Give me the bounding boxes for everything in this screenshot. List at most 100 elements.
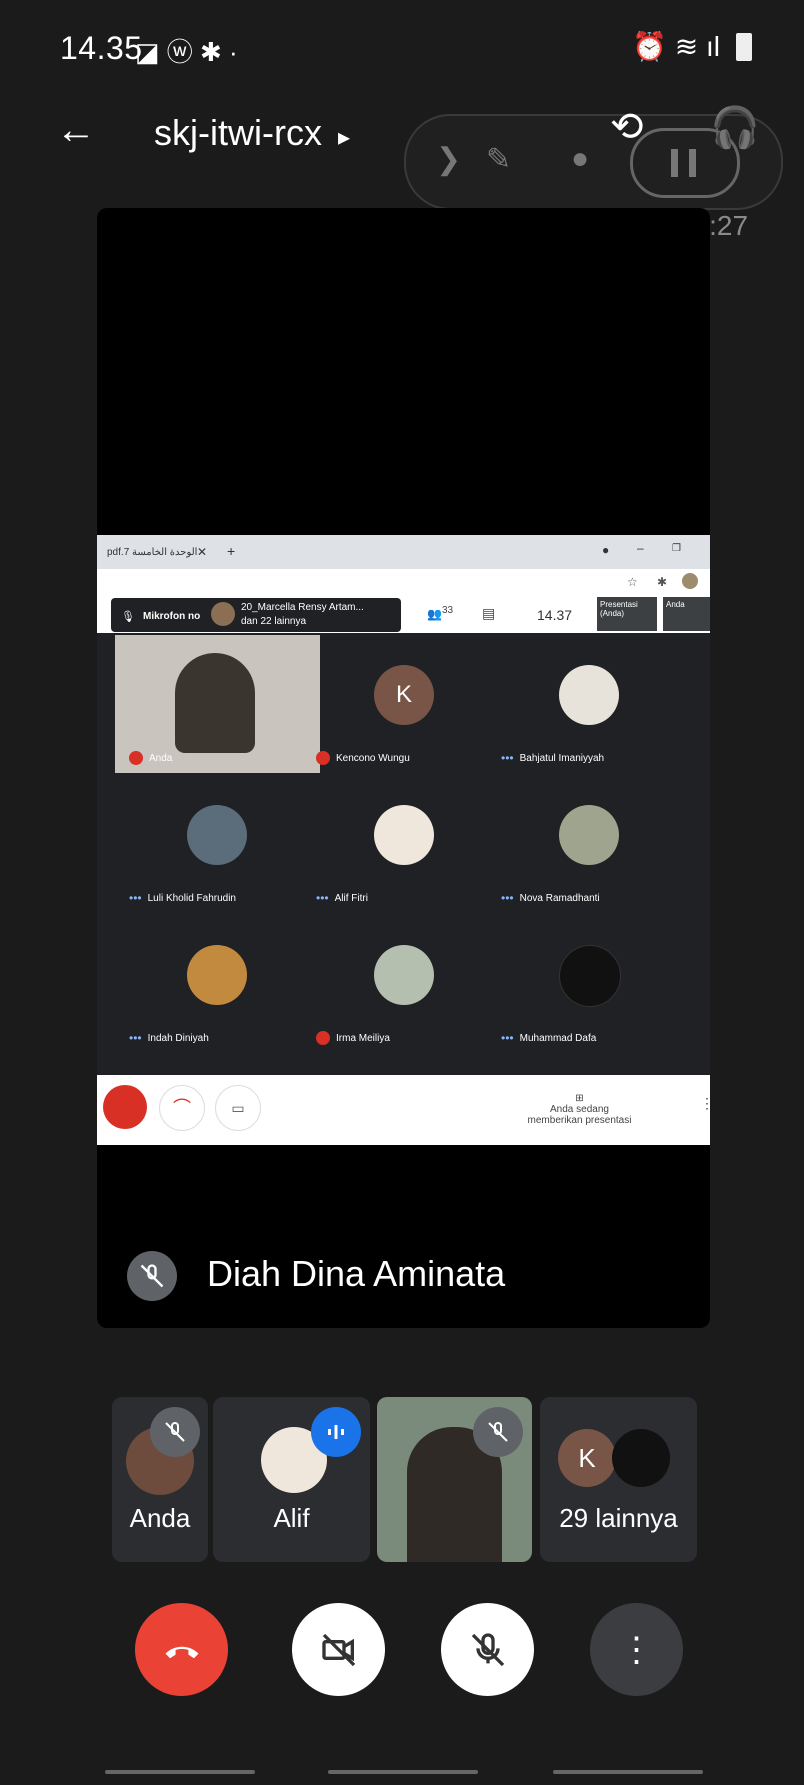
meet-clock: 14.37 [537, 607, 573, 623]
presenter-notice-line2: dan 22 lainnya [241, 616, 307, 627]
status-time: 14.35 [60, 30, 143, 66]
present-screen-icon: ⊞ [575, 1093, 584, 1104]
chat-icon: ▤ [482, 605, 496, 621]
tile-name: Anda [149, 752, 173, 764]
browser-tab-label: pdf.الوحدة الخامسة 7 [107, 547, 198, 558]
speaking-indicator-icon [311, 1407, 361, 1457]
speaker-mute-indicator [127, 1251, 177, 1301]
new-tab-icon: + [227, 543, 236, 559]
nav-indicator [553, 1770, 703, 1774]
close-tab-icon: ✕ [197, 545, 208, 559]
presenter-notice-line1: 20_Marcella Rensy Artam... [241, 602, 364, 613]
browser-tab-bar: pdf.الوحدة الخامسة 7 ✕ + ● – ❐ [97, 535, 710, 569]
avatar [187, 945, 247, 1005]
main-video-stage[interactable]: pdf.الوحدة الخامسة 7 ✕ + ● – ❐ ☆ ✱ 👥33 ▤… [97, 208, 710, 1328]
status-bar: 14.35 ◪ ⓦ ✱ · ⏰ ≋ ıl [0, 0, 804, 90]
participant-card-video[interactable] [377, 1397, 532, 1562]
grid-tile-nova: ••• Nova Ramadhanti [487, 775, 692, 913]
self-thumbnail: Anda [663, 597, 710, 631]
avatar [187, 805, 247, 865]
grid-tile-anda: Anda [115, 635, 320, 773]
minimize-icon: – [637, 541, 644, 555]
mic-off-icon [150, 1407, 200, 1457]
camera-off-icon [321, 1633, 355, 1666]
avatar [559, 805, 619, 865]
mic-off-small-icon: 🎙 [121, 611, 135, 623]
participant-card-alif[interactable]: Alif [213, 1397, 370, 1562]
tile-name: Muhammad Dafa [519, 1032, 597, 1044]
mic-off-icon [316, 1031, 330, 1045]
shared-screen: pdf.الوحدة الخامسة 7 ✕ + ● – ❐ ☆ ✱ 👥33 ▤… [97, 535, 710, 1145]
main-speaker-name: Diah Dina Aminata [207, 1253, 506, 1294]
shared-meet-controls: ⌒ ▭ ⊞ Anda sedang memberikan presentasi … [97, 1075, 710, 1145]
tile-name: Indah Diniyah [147, 1032, 209, 1044]
grid-tile-indah: ••• Indah Diniyah [115, 915, 320, 1053]
tile-name: Nova Ramadhanti [519, 892, 600, 904]
back-arrow-icon[interactable]: ← [56, 108, 96, 153]
person-icon[interactable]: ● [571, 142, 589, 176]
avatar [559, 945, 621, 1007]
mic-off-icon [316, 751, 330, 765]
grid-tile-kencono: K Kencono Wungu [302, 635, 507, 773]
mic-toggle-button[interactable] [441, 1603, 534, 1696]
tile-name: Irma Meiliya [336, 1032, 390, 1044]
browser-record-icon: ● [602, 543, 610, 557]
phone-hangup-icon [165, 1646, 198, 1658]
speaking-dots-icon: ••• [129, 1031, 142, 1045]
extensions-icon: ✱ [657, 575, 668, 589]
mic-off-icon [471, 1632, 504, 1666]
tile-name: Luli Kholid Fahrudin [147, 892, 236, 904]
speaking-dots-icon: ••• [501, 751, 514, 765]
avatar-initial: K [374, 665, 434, 725]
presenting-text: Anda sedang memberikan presentasi [527, 1104, 632, 1126]
notification-icons: ◪ ⓦ ✱ · [135, 37, 238, 67]
participant-card-more[interactable]: K 29 lainnya [540, 1397, 697, 1562]
tile-name: Kencono Wungu [336, 752, 410, 764]
participant-video [175, 653, 255, 753]
nav-indicator [105, 1770, 255, 1774]
shared-end-call-icon: ⌒ [159, 1085, 205, 1131]
grid-tile-dafa: ••• Muhammad Dafa [487, 915, 692, 1053]
mic-off-icon [127, 1251, 177, 1301]
people-icon: 👥33 [427, 605, 454, 621]
speaking-dots-icon: ••• [501, 1031, 514, 1045]
presenter-avatar [211, 602, 235, 626]
participant-label: 29 lainnya [559, 1503, 678, 1533]
speaking-dots-icon: ••• [501, 891, 514, 905]
restore-icon: ❐ [672, 543, 681, 554]
participant-card-anda[interactable]: Anda [112, 1397, 208, 1562]
avatar-initial: K [558, 1429, 616, 1487]
speaking-dots-icon: ••• [129, 891, 142, 905]
meeting-code: skj-itwi-rcx [154, 112, 322, 153]
end-call-button[interactable] [135, 1603, 228, 1696]
camera-toggle-button[interactable] [292, 1603, 385, 1696]
browser-address-bar: ☆ ✱ [97, 569, 710, 595]
avatar [559, 665, 619, 725]
tile-name: Bahjatul Imaniyyah [519, 752, 605, 764]
mic-off-icon [129, 751, 143, 765]
meet-notice-pill: 🎙 Mikrofon no 20_Marcella Rensy Artam...… [111, 598, 401, 632]
grid-tile-irma: Irma Meiliya [302, 915, 507, 1053]
more-vert-icon: ⋮ [619, 1630, 654, 1669]
switch-camera-icon[interactable]: ⟲ [610, 104, 644, 150]
shared-more-icon: ⋮ [700, 1095, 710, 1111]
presentation-thumbnail: Presentasi (Anda) [597, 597, 657, 631]
presenting-notice: ⊞ Anda sedang memberikan presentasi [522, 1093, 637, 1126]
star-icon: ☆ [627, 575, 638, 589]
system-icons-text: ⏰ ≋ ıl [632, 31, 720, 62]
avatar [374, 945, 434, 1005]
grid-tile-alif: ••• Alif Fitri [302, 775, 507, 913]
meeting-title[interactable]: skj-itwi-rcx ▸ [154, 112, 350, 154]
more-options-button[interactable]: ⋮ [590, 1603, 683, 1696]
avatar [374, 805, 434, 865]
people-count: 33 [441, 605, 454, 616]
battery-icon [736, 32, 752, 61]
chevron-right-icon[interactable]: ❯ [436, 142, 461, 177]
caret-right-icon: ▸ [337, 124, 351, 151]
headphones-icon[interactable]: 🎧 [710, 104, 760, 151]
pencil-icon[interactable]: ✎ [486, 142, 511, 177]
grid-tile-luli: ••• Luli Kholid Fahrudin [115, 775, 320, 913]
shared-camera-icon: ▭ [215, 1085, 261, 1131]
shared-mic-off-icon [103, 1085, 147, 1129]
nav-indicator [328, 1770, 478, 1774]
